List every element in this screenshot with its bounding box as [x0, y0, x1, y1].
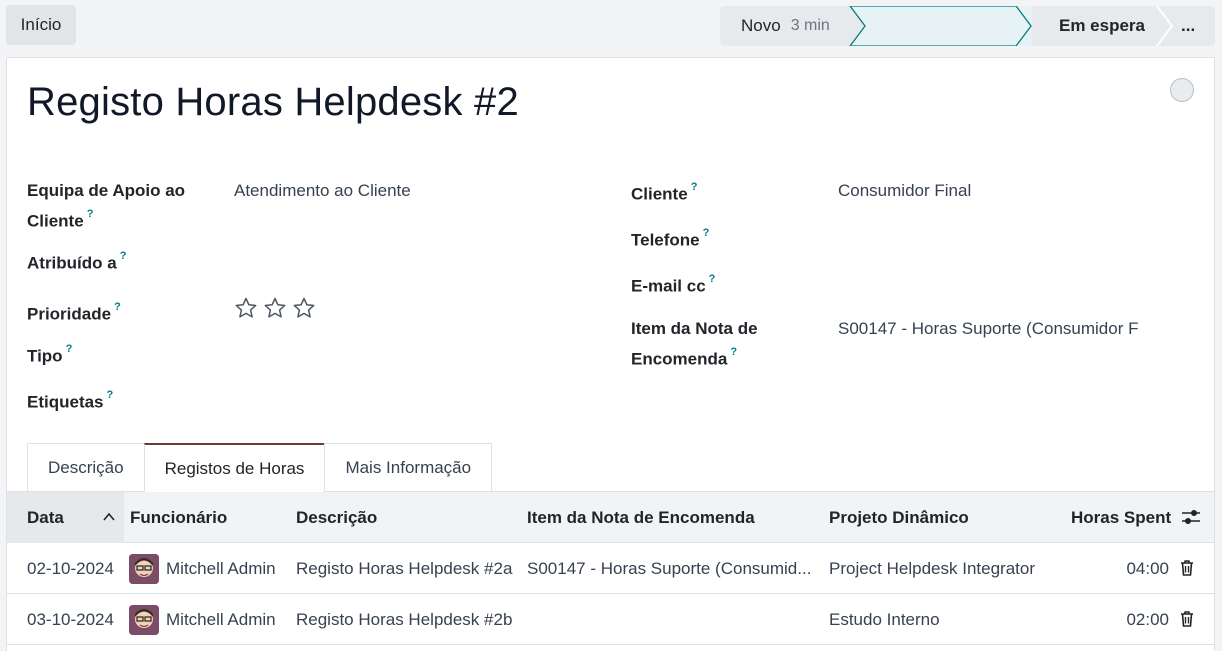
trash-icon[interactable]: [1179, 559, 1195, 577]
assigned-help-marker[interactable]: ?: [120, 250, 127, 262]
priority-stars: [234, 296, 316, 320]
team-label: Equipa de Apoio ao Cliente?: [27, 178, 185, 235]
breadcrumb-home-button[interactable]: Início: [6, 5, 76, 45]
sort-ascending-icon: [103, 512, 115, 521]
priority-label-text: Prioridade: [27, 304, 112, 324]
stage-more-button[interactable]: ...: [1157, 6, 1215, 46]
star-icon[interactable]: [292, 296, 316, 320]
cell-date: 02-10-2024: [27, 558, 114, 578]
status-bar: Novo 3 min Em Progresso 9 h Em espera ..…: [720, 6, 1215, 46]
email-cc-label: E-mail cc?: [631, 269, 715, 300]
type-field[interactable]: [234, 339, 604, 365]
assigned-label: Atribuído a?: [27, 246, 126, 277]
kanban-state-toggle[interactable]: [1170, 78, 1194, 102]
tags-label: Etiquetas?: [27, 385, 113, 416]
tab-descricao[interactable]: Descrição: [27, 443, 145, 491]
timesheet-table-header: Data Funcionário Descrição Item da Nota …: [7, 492, 1214, 543]
ticket-form-card: Registo Horas Helpdesk #2 Equipa de Apoi…: [6, 57, 1215, 651]
team-label-line1: Equipa de Apoio ao: [27, 181, 186, 200]
cell-description: Registo Horas Helpdesk #2a: [296, 558, 513, 578]
customer-field[interactable]: Consumidor Final: [838, 178, 1138, 204]
cell-project: Estudo Interno: [829, 609, 940, 629]
column-header-project[interactable]: Projeto Dinâmico: [829, 492, 969, 543]
type-label: Tipo?: [27, 339, 72, 370]
cell-description: Registo Horas Helpdesk #2b: [296, 609, 513, 629]
phone-help-marker[interactable]: ?: [703, 227, 710, 239]
cell-so-item: S00147 - Horas Suporte (Consumid...: [527, 558, 812, 578]
team-field[interactable]: Atendimento ao Cliente: [234, 178, 604, 204]
cell-employee-name: Mitchell Admin: [166, 558, 276, 578]
cell-employee[interactable]: Mitchell Admin: [129, 594, 276, 645]
assigned-field[interactable]: [234, 246, 604, 272]
stage-more-label: ...: [1181, 16, 1196, 35]
stage-novo[interactable]: Novo 3 min: [720, 6, 850, 46]
team-label-line2: Cliente: [27, 211, 84, 231]
avatar: [129, 553, 159, 584]
cell-project: Project Helpdesk Integrator: [829, 558, 1035, 578]
tags-field[interactable]: [234, 385, 604, 411]
priority-help-marker[interactable]: ?: [114, 301, 121, 313]
email-cc-label-text: E-mail cc: [631, 276, 706, 296]
priority-label: Prioridade?: [27, 297, 121, 328]
stage-novo-label: Novo: [741, 16, 781, 35]
so-item-label: Item da Nota de Encomenda?: [631, 316, 758, 373]
cell-employee-name: Mitchell Admin: [166, 609, 276, 629]
assigned-label-text: Atribuído a: [27, 253, 117, 273]
email-cc-help-marker[interactable]: ?: [709, 273, 716, 285]
column-header-hours[interactable]: Horas Spent: [1071, 492, 1171, 543]
stage-novo-time: 3 min: [790, 17, 830, 34]
cell-so-item: [527, 594, 817, 645]
column-header-employee[interactable]: Funcionário: [130, 492, 227, 543]
so-item-help-marker[interactable]: ?: [730, 346, 737, 358]
stage-em-espera-label: Em espera: [1059, 16, 1145, 35]
phone-label: Telefone?: [631, 223, 709, 254]
cell-hours: 02:00: [1126, 609, 1169, 629]
stage-em-espera[interactable]: Em espera: [1032, 6, 1157, 46]
customer-label-text: Cliente: [631, 184, 688, 204]
tab-mais-informacao[interactable]: Mais Informação: [324, 443, 493, 491]
phone-field[interactable]: [838, 223, 1138, 249]
stage-em-progresso-label: Em Progresso: [877, 16, 993, 35]
record-title[interactable]: Registo Horas Helpdesk #2: [27, 80, 519, 125]
avatar: [129, 604, 159, 635]
optional-columns-icon[interactable]: [1181, 508, 1201, 526]
trash-icon[interactable]: [1179, 610, 1195, 628]
so-item-field[interactable]: S00147 - Horas Suporte (Consumidor F: [838, 316, 1138, 342]
type-help-marker[interactable]: ?: [66, 343, 73, 355]
email-cc-field[interactable]: [838, 269, 1138, 295]
tags-help-marker[interactable]: ?: [107, 389, 114, 401]
so-item-label-line1: Item da Nota de: [631, 319, 758, 338]
so-item-label-line2: Encomenda: [631, 349, 728, 369]
notebook-tabs: Descrição Registos de Horas Mais Informa…: [27, 443, 493, 492]
customer-label: Cliente?: [631, 177, 697, 208]
tags-label-text: Etiquetas: [27, 392, 104, 412]
tab-registos-de-horas[interactable]: Registos de Horas: [143, 443, 326, 492]
phone-label-text: Telefone: [631, 230, 700, 250]
star-icon[interactable]: [263, 296, 287, 320]
customer-help-marker[interactable]: ?: [691, 181, 698, 193]
star-icon[interactable]: [234, 296, 258, 320]
column-header-description[interactable]: Descrição: [296, 492, 377, 543]
column-header-date[interactable]: Data: [7, 492, 124, 543]
table-row[interactable]: 02-10-2024 Mitchell Admin Registo Horas …: [7, 543, 1214, 594]
cell-hours: 04:00: [1126, 558, 1169, 578]
stage-em-progresso[interactable]: Em Progresso 9 h: [850, 6, 1032, 46]
type-label-text: Tipo: [27, 346, 63, 366]
cell-employee[interactable]: Mitchell Admin: [129, 543, 276, 594]
team-help-marker[interactable]: ?: [87, 208, 94, 220]
table-row[interactable]: 03-10-2024 Mitchell Admin Registo Horas …: [7, 594, 1214, 645]
column-header-date-label: Data: [27, 507, 64, 527]
cell-date: 03-10-2024: [27, 609, 114, 629]
column-header-so-item[interactable]: Item da Nota de Encomenda: [527, 492, 755, 543]
stage-em-progresso-time: 9 h: [1002, 17, 1025, 34]
